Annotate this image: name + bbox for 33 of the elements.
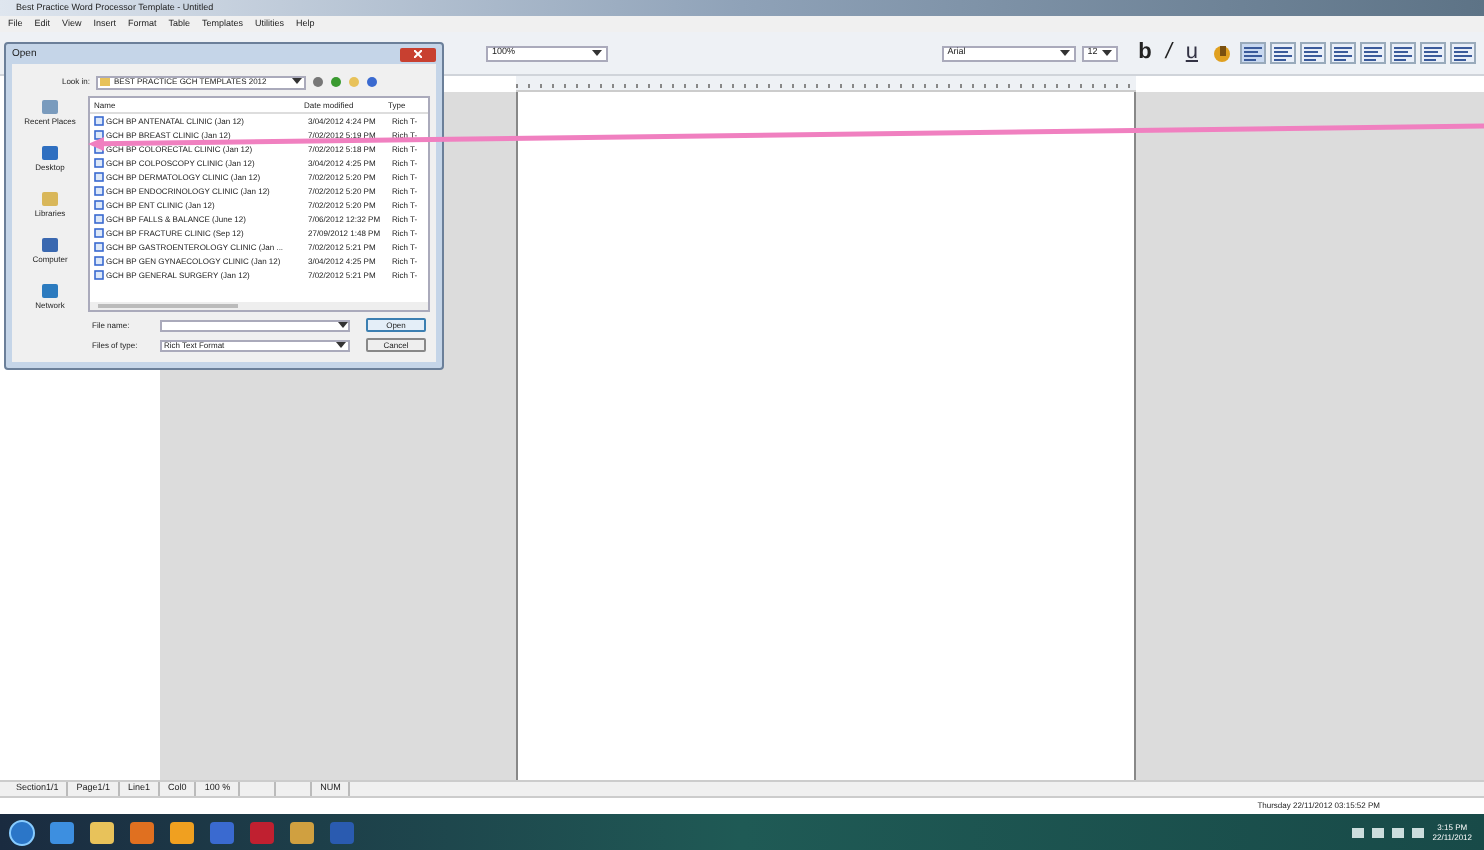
- place-icon: [39, 98, 60, 116]
- paragraph-format-icon[interactable]: [1360, 42, 1386, 64]
- paragraph-format-icon[interactable]: [1240, 42, 1266, 64]
- horizontal-scrollbar[interactable]: [90, 302, 428, 310]
- place-icon: [40, 190, 60, 208]
- paragraph-format-icon[interactable]: [1420, 42, 1446, 64]
- taskbar-app-icon[interactable]: [88, 819, 116, 845]
- caret-icon: [338, 321, 348, 329]
- paragraph-format-icon[interactable]: [1270, 42, 1296, 64]
- format-button[interactable]: b: [1138, 42, 1152, 64]
- paragraph-format-icon[interactable]: [1390, 42, 1416, 64]
- caret-icon: [336, 341, 346, 349]
- close-icon: [414, 50, 422, 58]
- taskbar-app-icon[interactable]: [128, 819, 156, 845]
- place-icon: [40, 144, 60, 162]
- place-icon: [39, 282, 60, 300]
- close-button[interactable]: [400, 47, 436, 61]
- taskbar-app-icon[interactable]: [168, 819, 196, 845]
- folder-icon: [100, 78, 110, 86]
- format-button[interactable]: u: [1185, 42, 1198, 64]
- file-name-field[interactable]: [160, 319, 350, 331]
- taskbar-app-icon[interactable]: [288, 819, 316, 845]
- caret-icon: [1059, 49, 1070, 57]
- format-button[interactable]: /: [1165, 42, 1172, 64]
- caret-icon: [1102, 49, 1113, 57]
- paragraph-format-icon[interactable]: [1300, 42, 1326, 64]
- paragraph-format-icon[interactable]: [1450, 42, 1476, 64]
- paragraph-format-icon[interactable]: [1330, 42, 1356, 64]
- taskbar-app-icon[interactable]: [48, 819, 76, 845]
- place-icon: [40, 236, 60, 254]
- caret-icon: [591, 49, 602, 57]
- start-icon[interactable]: [8, 819, 36, 845]
- highlighter-icon[interactable]: [1212, 43, 1232, 63]
